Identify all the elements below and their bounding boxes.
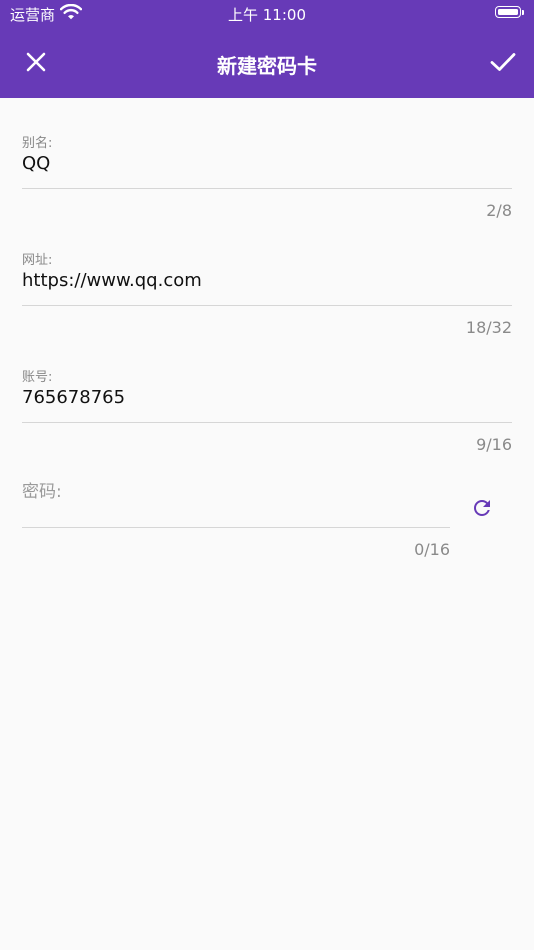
check-icon xyxy=(490,53,516,71)
password-input[interactable] xyxy=(22,478,450,506)
alias-field: 别名: 2/8 xyxy=(22,132,512,224)
page-title: 新建密码卡 xyxy=(217,54,317,78)
battery-icon xyxy=(495,6,521,18)
url-field: 网址: 18/32 xyxy=(22,249,512,341)
battery-tip xyxy=(522,10,524,15)
url-input[interactable] xyxy=(22,266,512,294)
password-counter: 0/16 xyxy=(414,540,450,559)
url-underline xyxy=(22,305,512,306)
account-counter: 9/16 xyxy=(476,435,512,454)
password-field: 0/16 xyxy=(22,478,450,568)
generate-password-button[interactable] xyxy=(463,489,501,527)
status-time: 上午 11:00 xyxy=(228,6,306,24)
status-bar: 运营商 上午 11:00 xyxy=(0,0,534,28)
confirm-button[interactable] xyxy=(481,40,525,84)
password-underline xyxy=(22,527,450,528)
account-input[interactable] xyxy=(22,383,512,411)
url-counter: 18/32 xyxy=(465,318,512,337)
account-underline xyxy=(22,422,512,423)
refresh-icon xyxy=(474,500,490,516)
alias-input[interactable] xyxy=(22,149,512,177)
alias-underline xyxy=(22,188,512,189)
app-bar: 运营商 上午 11:00 新建密码卡 xyxy=(0,0,534,98)
alias-counter: 2/8 xyxy=(486,201,512,220)
account-field: 账号: 9/16 xyxy=(22,366,512,458)
